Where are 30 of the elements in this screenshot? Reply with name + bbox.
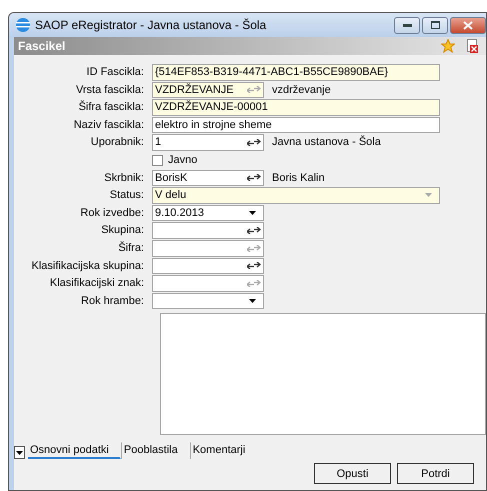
text-field[interactable]: VZDRŽEVANJE-00001 (152, 99, 440, 116)
panel-title: Fascikel (18, 38, 66, 55)
window-title: SAOP eRegistrator - Javna ustanova - Šola (35, 17, 266, 34)
tab[interactable]: Osnovni podatki (28, 442, 121, 460)
tab[interactable]: Komentarji (190, 442, 258, 460)
field-label: Uporabnik: (90, 136, 144, 148)
cancel-button[interactable]: Opusti (314, 463, 391, 484)
confirm-button[interactable]: Potrdi (397, 463, 474, 484)
field-description: vzdrževanje (272, 82, 331, 98)
field-label: Klasifikacijski znak: (50, 277, 144, 290)
tab[interactable]: Pooblastila (120, 442, 190, 460)
field-label: Klasifikacijska skupina: (32, 260, 144, 272)
checkbox-label: Javno (168, 153, 198, 168)
field-label: Status: (110, 189, 144, 202)
date-dropdown[interactable]: 9.10.2013 (152, 204, 264, 222)
lookup-field[interactable]: 1 (152, 134, 264, 151)
field-label: Naziv fascikla: (74, 118, 144, 131)
field-label: Skrbnik: (104, 172, 144, 184)
field-label: Skupina: (101, 224, 144, 236)
field-label: ID Fascikla: (86, 66, 144, 78)
field-description: Boris Kalin (272, 170, 325, 186)
field-label: Šifra fascikla: (78, 101, 144, 114)
field-label: Šifra: (118, 242, 144, 254)
field-label: Vrsta fascikla: (76, 84, 144, 96)
lookup-field[interactable]: BorisK (152, 170, 264, 186)
text-field[interactable]: {514EF853-B319-4471-ABC1-B55CE9890BAE} (152, 64, 440, 81)
field-label: Rok izvedbe: (80, 206, 144, 219)
field-label: Rok hrambe: (81, 294, 144, 307)
text-field[interactable]: elektro in strojne sheme (152, 116, 440, 134)
field-description: Javna ustanova - Šola (272, 134, 381, 150)
